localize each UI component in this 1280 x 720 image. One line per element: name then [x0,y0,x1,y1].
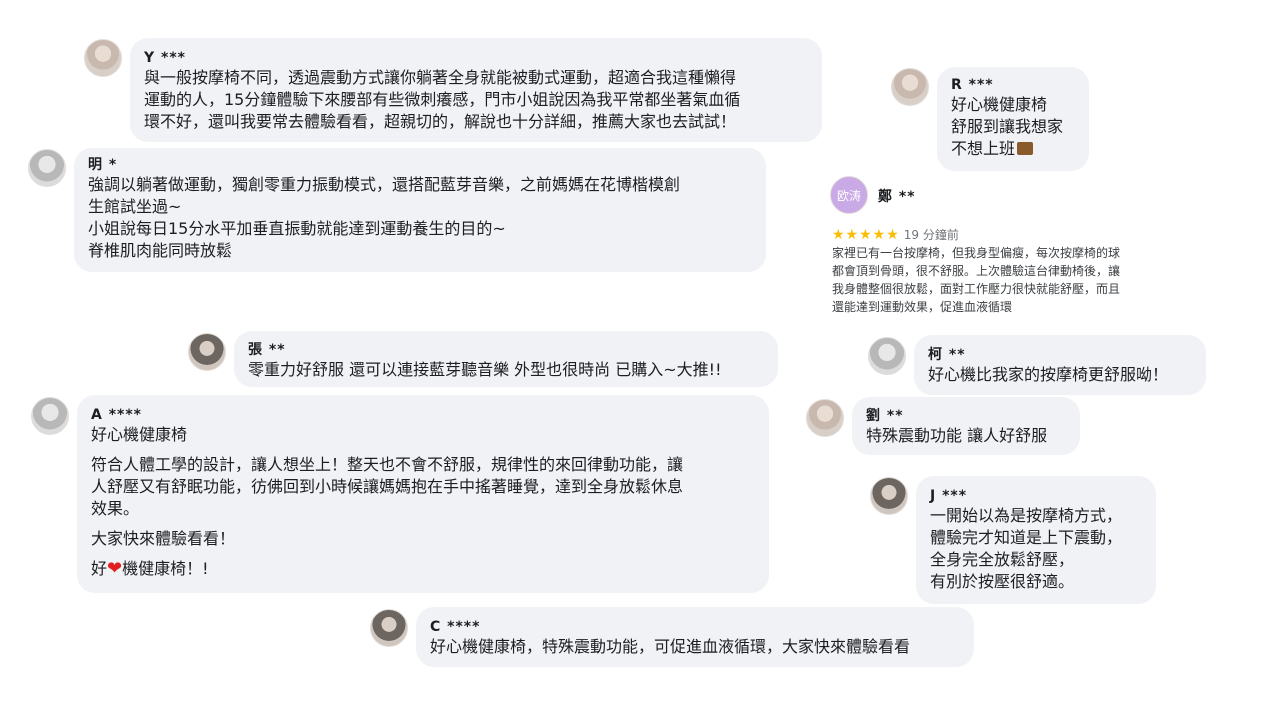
comment-text-y: 與一般按摩椅不同，透過震動方式讓你躺著全身就能被動式運動，超適合我這種懶得 運動… [144,68,741,131]
avatar-zhang [188,333,226,371]
commenter-name-a: A **** [91,407,142,423]
commenter-name-zhang: 張 ** [248,342,286,358]
comment-bubble-r: R *** 好心機健康椅 舒服到讓我想家 不想上班 [937,67,1089,171]
avatar-zheng: 欧涛 [830,176,868,214]
commenter-name-ming: 明 * [88,157,118,173]
commenter-name-ke: 柯 ** [928,347,966,363]
star-rating: ★★★★★ 19 分鐘前 [832,226,959,243]
comment-bubble-c: C **** 好心機健康椅，特殊震動功能，可促進血液循環，大家快來體驗看看 [416,607,974,667]
sign-suffix: 機健康椅！! [122,559,209,578]
review-time: 19 分鐘前 [903,228,959,242]
comment-text-liu: 特殊震動功能 讓人好舒服 [866,426,1048,445]
comment-text-zhang: 零重力好舒服 還可以連接藍芽聽音樂 外型也很時尚 已購入~大推!! [248,360,722,379]
comment-text-r-body: 好心機健康椅 舒服到讓我想家 不想上班 [951,95,1064,158]
comment-bubble-j: J *** 一開始以為是按摩椅方式， 體驗完才知道是上下震動， 全身完全放鬆舒壓… [916,476,1156,604]
commenter-name-y: Y *** [144,50,186,66]
comment-bubble-ming: 明 * 強調以躺著做運動，獨創零重力振動模式，還搭配藍芽音樂，之前媽媽在花博楷模… [74,148,766,272]
avatar-zheng-label: 欧涛 [836,188,861,203]
comment-text-ke: 好心機比我家的按摩椅更舒服呦！ [928,365,1169,384]
briefcase-icon [1017,142,1034,155]
avatar-liu [806,399,844,437]
review-text-zheng: 家裡已有一台按摩椅，但我身型偏瘦，每次按摩椅的球 都會頂到骨頭，很不舒服。上次體… [832,246,1121,314]
comment-text-j: 一開始以為是按摩椅方式， 體驗完才知道是上下震動， 全身完全放鬆舒壓， 有別於按… [930,506,1123,591]
comment-paragraph-a: 符合人體工學的設計，讓人想坐上！整天也不會不舒服，規律性的來回律動功能，讓 人舒… [91,455,684,518]
avatar-j [870,477,908,515]
comment-text-c: 好心機健康椅，特殊震動功能，可促進血液循環，大家快來體驗看看 [430,637,911,656]
commenter-name-r: R *** [951,77,994,93]
avatar-y [84,39,122,77]
star-icons: ★★★★★ [832,227,900,243]
avatar-c [370,609,408,647]
comment-sign-a: 好❤機健康椅！! [91,558,757,580]
avatar-a [31,397,69,435]
comment-title-a: 好心機健康椅 [91,425,188,444]
comment-bubble-liu: 劉 ** 特殊震動功能 讓人好舒服 [852,397,1080,455]
avatar-ming [28,149,66,187]
comment-text-r: 好心機健康椅 舒服到讓我想家 不想上班 [951,94,1077,160]
comment-cta-a: 大家快來體驗看看！ [91,529,236,548]
reviewer-name-zheng: 鄭 ** [878,189,916,205]
comment-bubble-a: A **** 好心機健康椅 符合人體工學的設計，讓人想坐上！整天也不會不舒服，規… [77,395,769,593]
comment-bubble-ke: 柯 ** 好心機比我家的按摩椅更舒服呦！ [914,335,1206,395]
commenter-name-liu: 劉 ** [866,408,904,424]
heart-icon: ❤ [107,558,123,579]
comment-bubble-y: Y *** 與一般按摩椅不同，透過震動方式讓你躺著全身就能被動式運動，超適合我這… [130,38,822,142]
avatar-r [891,68,929,106]
comment-text-ming: 強調以躺著做運動，獨創零重力振動模式，還搭配藍芽音樂，之前媽媽在花博楷模創 生館… [88,175,681,260]
commenter-name-c: C **** [430,619,481,635]
commenter-name-j: J *** [930,488,968,504]
comment-bubble-zhang: 張 ** 零重力好舒服 還可以連接藍芽聽音樂 外型也很時尚 已購入~大推!! [234,331,778,387]
sign-prefix: 好 [91,559,108,578]
avatar-ke [868,337,906,375]
